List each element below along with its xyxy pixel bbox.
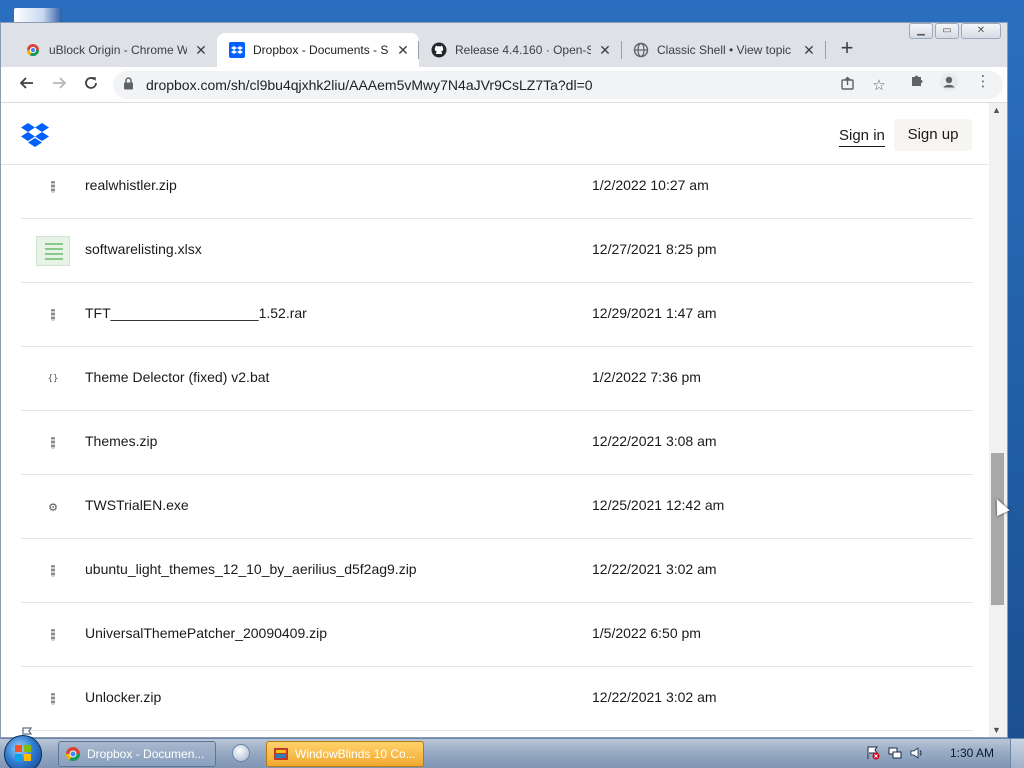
tab-title: Classic Shell • View topic - V [657, 43, 795, 57]
file-name[interactable]: Themes.zip [85, 433, 157, 449]
file-name[interactable]: Unlocker.zip [85, 689, 161, 705]
file-row[interactable]: Themes.zip 12/22/2021 3:08 am [21, 411, 973, 475]
zip-file-icon [35, 553, 71, 589]
file-name[interactable]: TWSTrialEN.exe [85, 497, 189, 513]
tab-classic-shell[interactable]: Classic Shell • View topic - V ✕ [621, 33, 825, 67]
browser-toolbar: dropbox.com/sh/cl9bu4qjxhk2liu/AAAem5vMw… [1, 67, 1007, 103]
file-row[interactable]: realwhistler.zip 1/2/2022 10:27 am [21, 155, 973, 219]
menu-kebab-icon[interactable]: ⋮ [973, 72, 993, 92]
tab-title: Dropbox - Documents - Simp [253, 43, 389, 57]
sign-up-button[interactable]: Sign up [894, 119, 972, 151]
file-modified-date: 12/22/2021 3:08 am [592, 433, 717, 449]
file-modified-date: 12/25/2021 12:42 am [592, 497, 725, 513]
maximize-button[interactable]: ▭ [935, 23, 959, 39]
file-name[interactable]: ubuntu_light_themes_12_10_by_aerilius_d5… [85, 561, 417, 577]
spreadsheet-file-icon [35, 233, 71, 269]
file-modified-date: 1/2/2022 10:27 am [592, 177, 709, 193]
close-tab-icon[interactable]: ✕ [801, 42, 817, 58]
file-row[interactable]: ⚙ TWSTrialEN.exe 12/25/2021 12:42 am [21, 475, 973, 539]
file-modified-date: 12/22/2021 3:02 am [592, 561, 717, 577]
file-row[interactable]: ubuntu_light_themes_12_10_by_aerilius_d5… [21, 539, 973, 603]
scroll-down-arrow-icon[interactable]: ▼ [992, 725, 1001, 735]
dropbox-logo-icon[interactable] [21, 121, 49, 147]
code-file-icon: {} [47, 374, 59, 384]
taskbar-button-label: WindowBlinds 10 Co... [295, 747, 416, 761]
page-viewport: Sign in Sign up realwhistler.zip 1/2/202… [1, 103, 991, 737]
scrollbar-thumb[interactable] [991, 453, 1004, 605]
file-name[interactable]: TFT___________________1.52.rar [85, 305, 307, 321]
tab-ublock-origin[interactable]: uBlock Origin - Chrome Web ✕ [13, 33, 217, 67]
tab-dropbox[interactable]: Dropbox - Documents - Simp ✕ [217, 33, 419, 67]
new-tab-button[interactable]: + [835, 37, 859, 61]
file-row[interactable]: softwarelisting.xlsx 12/27/2021 8:25 pm [21, 219, 973, 283]
file-name[interactable]: realwhistler.zip [85, 177, 177, 193]
file-name[interactable]: UniversalThemePatcher_20090409.zip [85, 625, 327, 641]
network-icon[interactable] [888, 746, 902, 763]
extensions-puzzle-icon[interactable] [907, 72, 927, 92]
volume-speaker-icon[interactable] [910, 746, 924, 763]
dropbox-icon [229, 42, 245, 58]
close-tab-icon[interactable]: ✕ [597, 42, 613, 58]
taskbar: Dropbox - Documen... WindowBlinds 10 Co.… [0, 735, 1024, 768]
tab-title: uBlock Origin - Chrome Web [49, 43, 187, 57]
window-controls: ▁ ▭ ✕ [909, 23, 1001, 39]
executable-gear-icon: ⚙ [48, 501, 58, 514]
start-button[interactable] [4, 735, 42, 768]
url-text: dropbox.com/sh/cl9bu4qjxhk2liu/AAAem5vMw… [146, 77, 593, 93]
file-row[interactable]: Unlocker.zip 12/22/2021 3:02 am [21, 667, 973, 731]
windows-logo-icon [14, 744, 32, 765]
tab-title: Release 4.4.160 · Open-She [455, 43, 591, 57]
browser-window: uBlock Origin - Chrome Web ✕ Dropbox - D… [0, 22, 1008, 738]
close-tab-icon[interactable]: ✕ [193, 42, 209, 58]
file-name[interactable]: Theme Delector (fixed) v2.bat [85, 369, 269, 385]
file-row[interactable]: UniversalThemePatcher_20090409.zip 1/5/2… [21, 603, 973, 667]
file-row[interactable]: TFT___________________1.52.rar 12/29/202… [21, 283, 973, 347]
file-modified-date: 12/27/2021 8:25 pm [592, 241, 717, 257]
minimize-button[interactable]: ▁ [909, 23, 933, 39]
globe-icon [633, 42, 649, 58]
tab-strip: uBlock Origin - Chrome Web ✕ Dropbox - D… [1, 23, 1007, 67]
file-modified-date: 1/5/2022 6:50 pm [592, 625, 701, 641]
bookmark-star-icon[interactable]: ☆ [869, 76, 889, 96]
scroll-up-arrow-icon[interactable]: ▲ [992, 105, 1001, 115]
forward-icon[interactable] [47, 73, 71, 97]
lock-icon [123, 77, 134, 93]
quick-launch-orb-icon[interactable] [232, 744, 250, 762]
back-icon[interactable] [15, 73, 39, 97]
reload-icon[interactable] [79, 73, 103, 97]
windowblinds-icon [273, 746, 289, 762]
system-clock[interactable]: 1:30 AM [950, 746, 994, 760]
file-modified-date: 12/22/2021 3:02 am [592, 689, 717, 705]
system-tray: 1:30 AM [854, 739, 1024, 768]
tab-separator [621, 41, 622, 59]
zip-file-icon [35, 617, 71, 653]
zip-file-icon [35, 681, 71, 717]
tab-separator [825, 41, 826, 59]
file-row[interactable]: {} Theme Delector (fixed) v2.bat 1/2/202… [21, 347, 973, 411]
github-icon [431, 42, 447, 58]
zip-file-icon [35, 169, 71, 205]
close-tab-icon[interactable]: ✕ [395, 42, 411, 58]
zip-file-icon [35, 425, 71, 461]
tab-separator [418, 41, 419, 59]
chrome-icon [65, 746, 81, 762]
file-modified-date: 1/2/2022 7:36 pm [592, 369, 701, 385]
address-bar[interactable]: dropbox.com/sh/cl9bu4qjxhk2liu/AAAem5vMw… [113, 71, 1003, 99]
taskbar-button-windowblinds[interactable]: WindowBlinds 10 Co... [266, 741, 424, 767]
sign-in-link[interactable]: Sign in [839, 125, 885, 147]
taskbar-button-label: Dropbox - Documen... [87, 747, 205, 761]
archive-file-icon [35, 297, 71, 333]
file-name[interactable]: softwarelisting.xlsx [85, 241, 202, 257]
action-center-flag-icon[interactable] [866, 746, 880, 763]
file-modified-date: 12/29/2021 1:47 am [592, 305, 717, 321]
chrome-webstore-icon [25, 42, 41, 58]
show-desktop-button[interactable] [1010, 739, 1024, 768]
tab-github-release[interactable]: Release 4.4.160 · Open-She ✕ [419, 33, 621, 67]
profile-avatar-icon[interactable] [939, 72, 959, 92]
close-window-button[interactable]: ✕ [961, 23, 1001, 39]
vertical-scrollbar[interactable]: ▲ ▼ [989, 103, 1007, 737]
taskbar-button-chrome[interactable]: Dropbox - Documen... [58, 741, 216, 767]
share-icon[interactable] [837, 76, 857, 96]
